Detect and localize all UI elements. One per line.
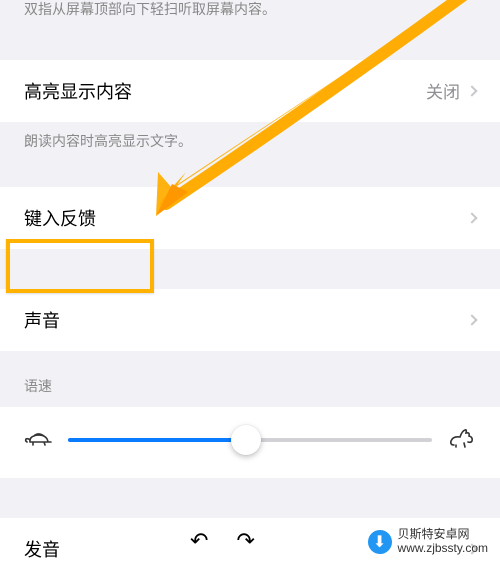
watermark: ⬇ 贝斯特安卓网 www.zjbssty.com xyxy=(368,528,488,556)
row-label: 声音 xyxy=(24,307,60,333)
chevron-right-icon xyxy=(466,85,477,96)
watermark-title: 贝斯特安卓网 xyxy=(398,528,488,542)
row-typing-feedback[interactable]: 键入反馈 xyxy=(0,187,500,249)
slider-thumb[interactable] xyxy=(231,425,261,455)
speed-label: 语速 xyxy=(0,351,500,407)
highlight-hint: 朗读内容时高亮显示文字。 xyxy=(0,122,500,152)
speaking-rate-section xyxy=(0,407,500,478)
row-value: 关闭 xyxy=(426,78,460,103)
speaking-rate-slider[interactable] xyxy=(68,438,432,442)
row-sound[interactable]: 声音 xyxy=(0,289,500,351)
row-highlight-content[interactable]: 高亮显示内容 关闭 xyxy=(0,60,500,122)
undo-icon: ↶ xyxy=(190,528,208,554)
row-label: 发音 xyxy=(24,536,60,562)
screen-swipe-hint: 双指从屏幕顶部向下轻扫听取屏幕内容。 xyxy=(0,0,500,32)
watermark-icon: ⬇ xyxy=(368,530,392,554)
turtle-icon xyxy=(24,428,54,453)
chevron-right-icon xyxy=(466,315,477,326)
row-label: 键入反馈 xyxy=(24,205,96,231)
chevron-right-icon xyxy=(466,213,477,224)
rabbit-icon xyxy=(446,427,476,454)
redo-icon: ↷ xyxy=(236,528,254,554)
partial-toolbar: ↶ ↷ xyxy=(190,528,255,554)
row-label: 高亮显示内容 xyxy=(24,78,132,104)
watermark-url: www.zjbssty.com xyxy=(398,542,488,556)
